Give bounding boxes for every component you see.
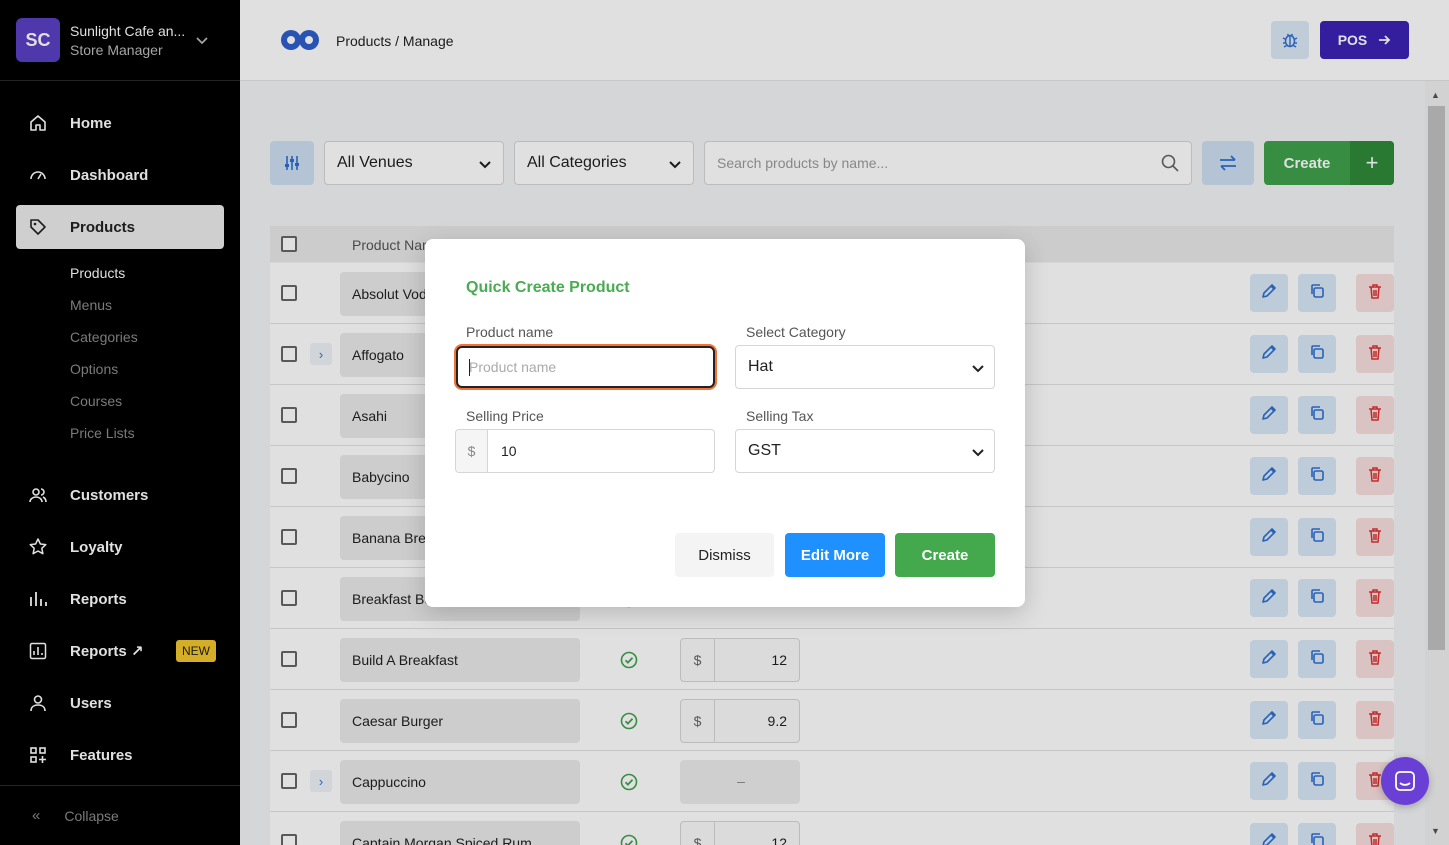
chevron-down-icon: [972, 365, 984, 373]
category-select[interactable]: Hat: [735, 345, 995, 389]
dialog-title: Quick Create Product: [466, 279, 630, 296]
edit-more-button[interactable]: Edit More: [785, 533, 885, 577]
tax-select[interactable]: GST: [735, 429, 995, 473]
dismiss-button[interactable]: Dismiss: [675, 533, 774, 577]
price-label: Selling Price: [466, 408, 544, 424]
create-button[interactable]: Create: [895, 533, 995, 577]
product-name-label: Product name: [466, 324, 554, 340]
tax-label: Selling Tax: [746, 408, 814, 424]
category-label: Select Category: [746, 324, 846, 340]
text-caret: [469, 359, 470, 376]
chat-icon: [1395, 771, 1415, 791]
quick-create-dialog: Quick Create Product Product name Produc…: [425, 239, 1025, 607]
chevron-down-icon: [972, 449, 984, 457]
chat-launcher[interactable]: [1381, 757, 1429, 805]
product-name-input[interactable]: Product name: [456, 346, 715, 388]
category-value: Hat: [748, 358, 773, 375]
currency-symbol: $: [456, 430, 488, 472]
price-value: 10: [501, 443, 517, 459]
selling-price-input[interactable]: $ 10: [455, 429, 715, 473]
tax-value: GST: [748, 442, 781, 459]
product-name-placeholder: Product name: [469, 359, 557, 375]
